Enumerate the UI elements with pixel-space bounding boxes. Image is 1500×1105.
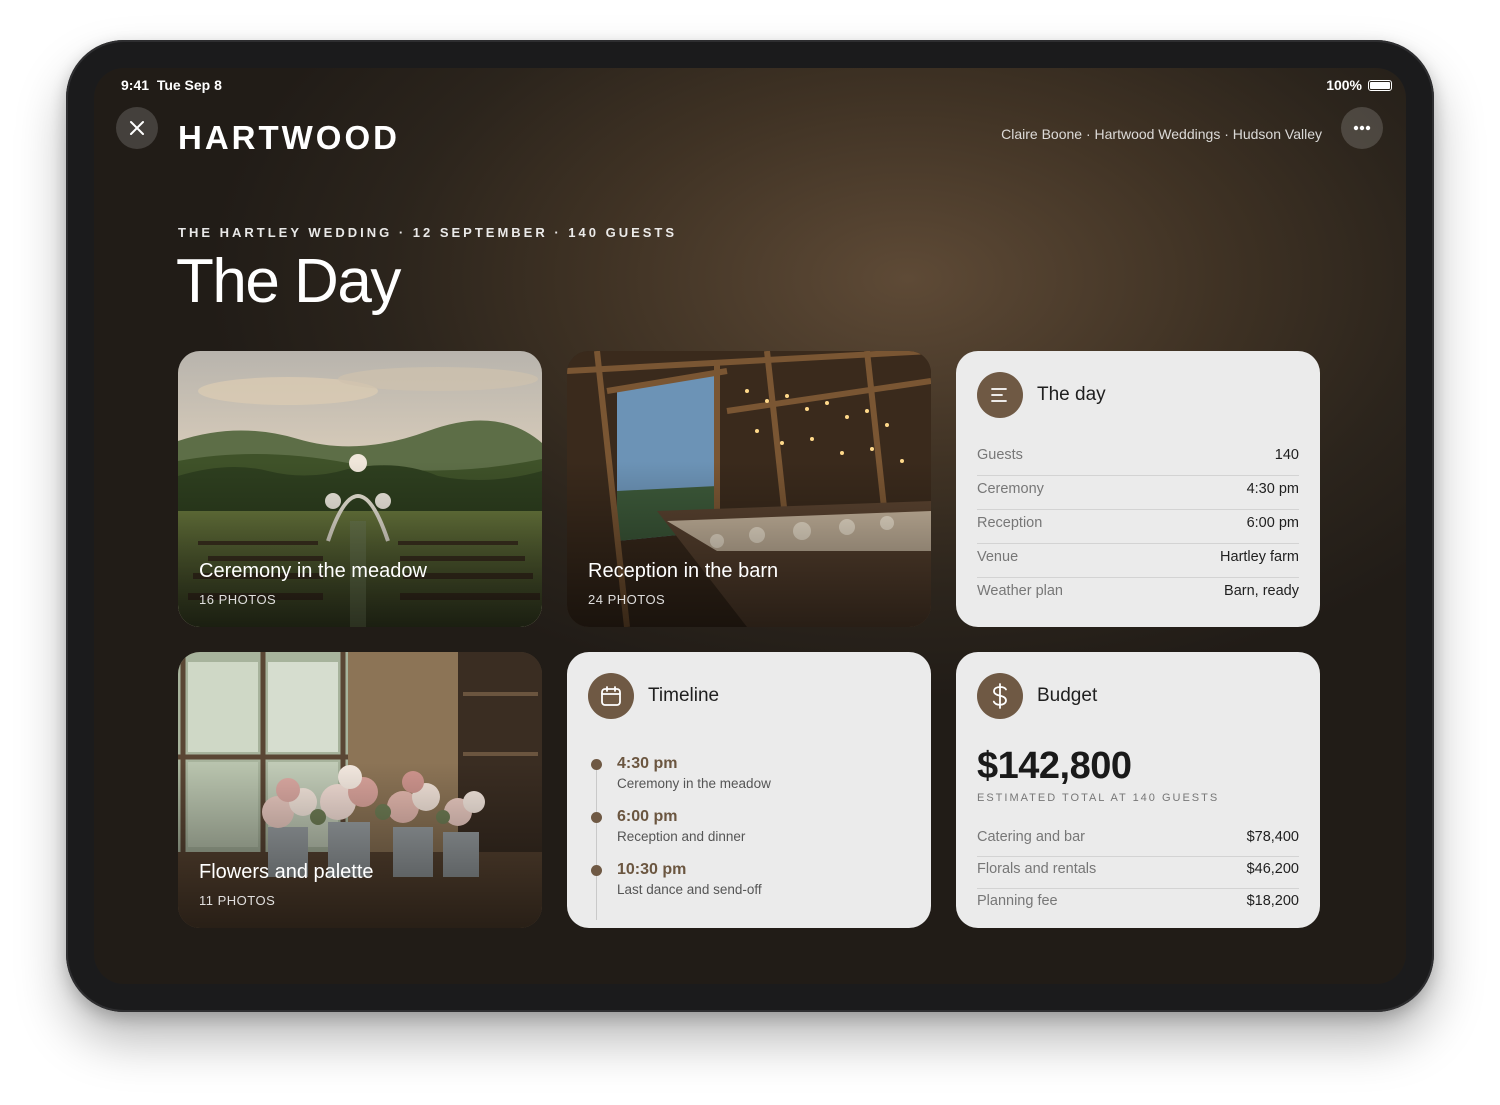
photo-gradient: [567, 351, 931, 627]
day-summary-card[interactable]: The day Guests 140 Ceremony 4:30 pm Recept…: [956, 351, 1320, 627]
calendar-icon: [588, 673, 634, 719]
detail-row: Reception 6:00 pm: [977, 511, 1299, 544]
album-count: 24 PHOTOS: [588, 592, 666, 607]
budget-total: $142,800: [977, 745, 1132, 787]
budget-label: Planning fee: [977, 893, 1058, 909]
card-header: Budget: [977, 673, 1097, 719]
detail-row: Venue Hartley farm: [977, 545, 1299, 578]
budget-breakdown: Catering and bar $78,400 Florals and rent…: [977, 826, 1299, 921]
card-header: Timeline: [588, 673, 719, 719]
detail-value: 4:30 pm: [1246, 481, 1299, 497]
detail-label: Ceremony: [977, 481, 1044, 497]
detail-value: 6:00 pm: [1246, 515, 1299, 531]
menu-lines-icon: [977, 372, 1023, 418]
account-byline: Claire Boone · Hartwood Weddings · Hudso…: [1001, 126, 1322, 142]
detail-label: Guests: [977, 447, 1023, 463]
timeline-desc: Reception and dinner: [617, 829, 746, 844]
album-count: 16 PHOTOS: [199, 592, 277, 607]
detail-row: Weather plan Barn, ready: [977, 579, 1299, 611]
status-time: 9:41 Tue Sep 8: [121, 77, 222, 93]
detail-value: Barn, ready: [1224, 583, 1299, 599]
budget-row: Planning fee $18,200: [977, 890, 1299, 920]
detail-value: Hartley farm: [1220, 549, 1299, 565]
timeline-dot: [591, 759, 602, 770]
budget-value: $18,200: [1246, 893, 1299, 909]
more-button[interactable]: [1341, 107, 1383, 149]
event-eyebrow: THE HARTLEY WEDDING · 12 SEPTEMBER · 140…: [178, 225, 678, 240]
more-icon: [1353, 125, 1371, 131]
album-card-reception[interactable]: Reception in the barn 24 PHOTOS: [567, 351, 931, 627]
close-button[interactable]: [116, 107, 158, 149]
battery-icon: [1368, 79, 1392, 91]
budget-subtitle: ESTIMATED TOTAL AT 140 GUESTS: [977, 792, 1220, 804]
timeline-card[interactable]: Timeline 4:30 pm Ceremony in the meadow …: [567, 652, 931, 928]
card-title: Timeline: [648, 685, 720, 706]
app-screen: 9:41 Tue Sep 8 100% HARTWOOD Claire Boon…: [94, 68, 1406, 984]
album-title: Ceremony in the meadow: [199, 560, 427, 582]
budget-label: Catering and bar: [977, 829, 1086, 845]
card-header: The day: [977, 372, 1106, 418]
timeline-item: 4:30 pm Ceremony in the meadow: [591, 755, 911, 808]
album-title: Flowers and palette: [199, 861, 374, 883]
album-card-flowers[interactable]: Flowers and palette 11 PHOTOS: [178, 652, 542, 928]
budget-card[interactable]: Budget $142,800 ESTIMATED TOTAL AT 140 G…: [956, 652, 1320, 928]
app-logo: HARTWOOD: [178, 119, 400, 156]
album-card-ceremony[interactable]: Ceremony in the meadow 16 PHOTOS: [178, 351, 542, 627]
album-title: Reception in the barn: [588, 560, 779, 582]
detail-row: Guests 140: [977, 443, 1299, 476]
timeline-list: 4:30 pm Ceremony in the meadow 6:00 pm R…: [591, 755, 911, 920]
timeline-item: 6:00 pm Reception and dinner: [591, 808, 911, 861]
timeline-dot: [591, 865, 602, 876]
day-details-list: Guests 140 Ceremony 4:30 pm Reception 6:00 …: [977, 443, 1299, 612]
photo-gradient: [178, 652, 542, 928]
page-title: The Day: [176, 247, 401, 316]
photo-gradient: [178, 351, 542, 627]
timeline-time: 4:30 pm: [617, 755, 678, 772]
timeline-time: 10:30 pm: [617, 861, 687, 878]
timeline-item: 10:30 pm Last dance and send-off: [591, 861, 911, 914]
detail-label: Weather plan: [977, 583, 1063, 599]
detail-row: Ceremony 4:30 pm: [977, 477, 1299, 510]
detail-label: Venue: [977, 549, 1019, 565]
dollar-icon: [977, 673, 1023, 719]
album-count: 11 PHOTOS: [199, 893, 276, 908]
status-bar: 9:41 Tue Sep 8 100%: [121, 77, 1392, 95]
clock-time: 9:41: [121, 77, 150, 93]
detail-label: Reception: [977, 515, 1043, 531]
close-icon: [130, 121, 144, 135]
battery-percent: 100%: [1326, 77, 1362, 93]
timeline-dot: [591, 812, 602, 823]
timeline-desc: Ceremony in the meadow: [617, 776, 771, 791]
card-title: The day: [1037, 384, 1106, 405]
card-title: Budget: [1037, 685, 1098, 706]
budget-row: Florals and rentals $46,200: [977, 858, 1299, 889]
budget-label: Florals and rentals: [977, 861, 1097, 877]
budget-row: Catering and bar $78,400: [977, 826, 1299, 857]
timeline-time: 6:00 pm: [617, 808, 678, 825]
clock-date: Tue Sep 8: [156, 77, 222, 93]
budget-value: $78,400: [1246, 829, 1299, 845]
detail-value: 140: [1274, 447, 1299, 463]
budget-value: $46,200: [1246, 861, 1299, 877]
status-right: 100%: [1326, 77, 1392, 93]
timeline-desc: Last dance and send-off: [617, 882, 762, 897]
